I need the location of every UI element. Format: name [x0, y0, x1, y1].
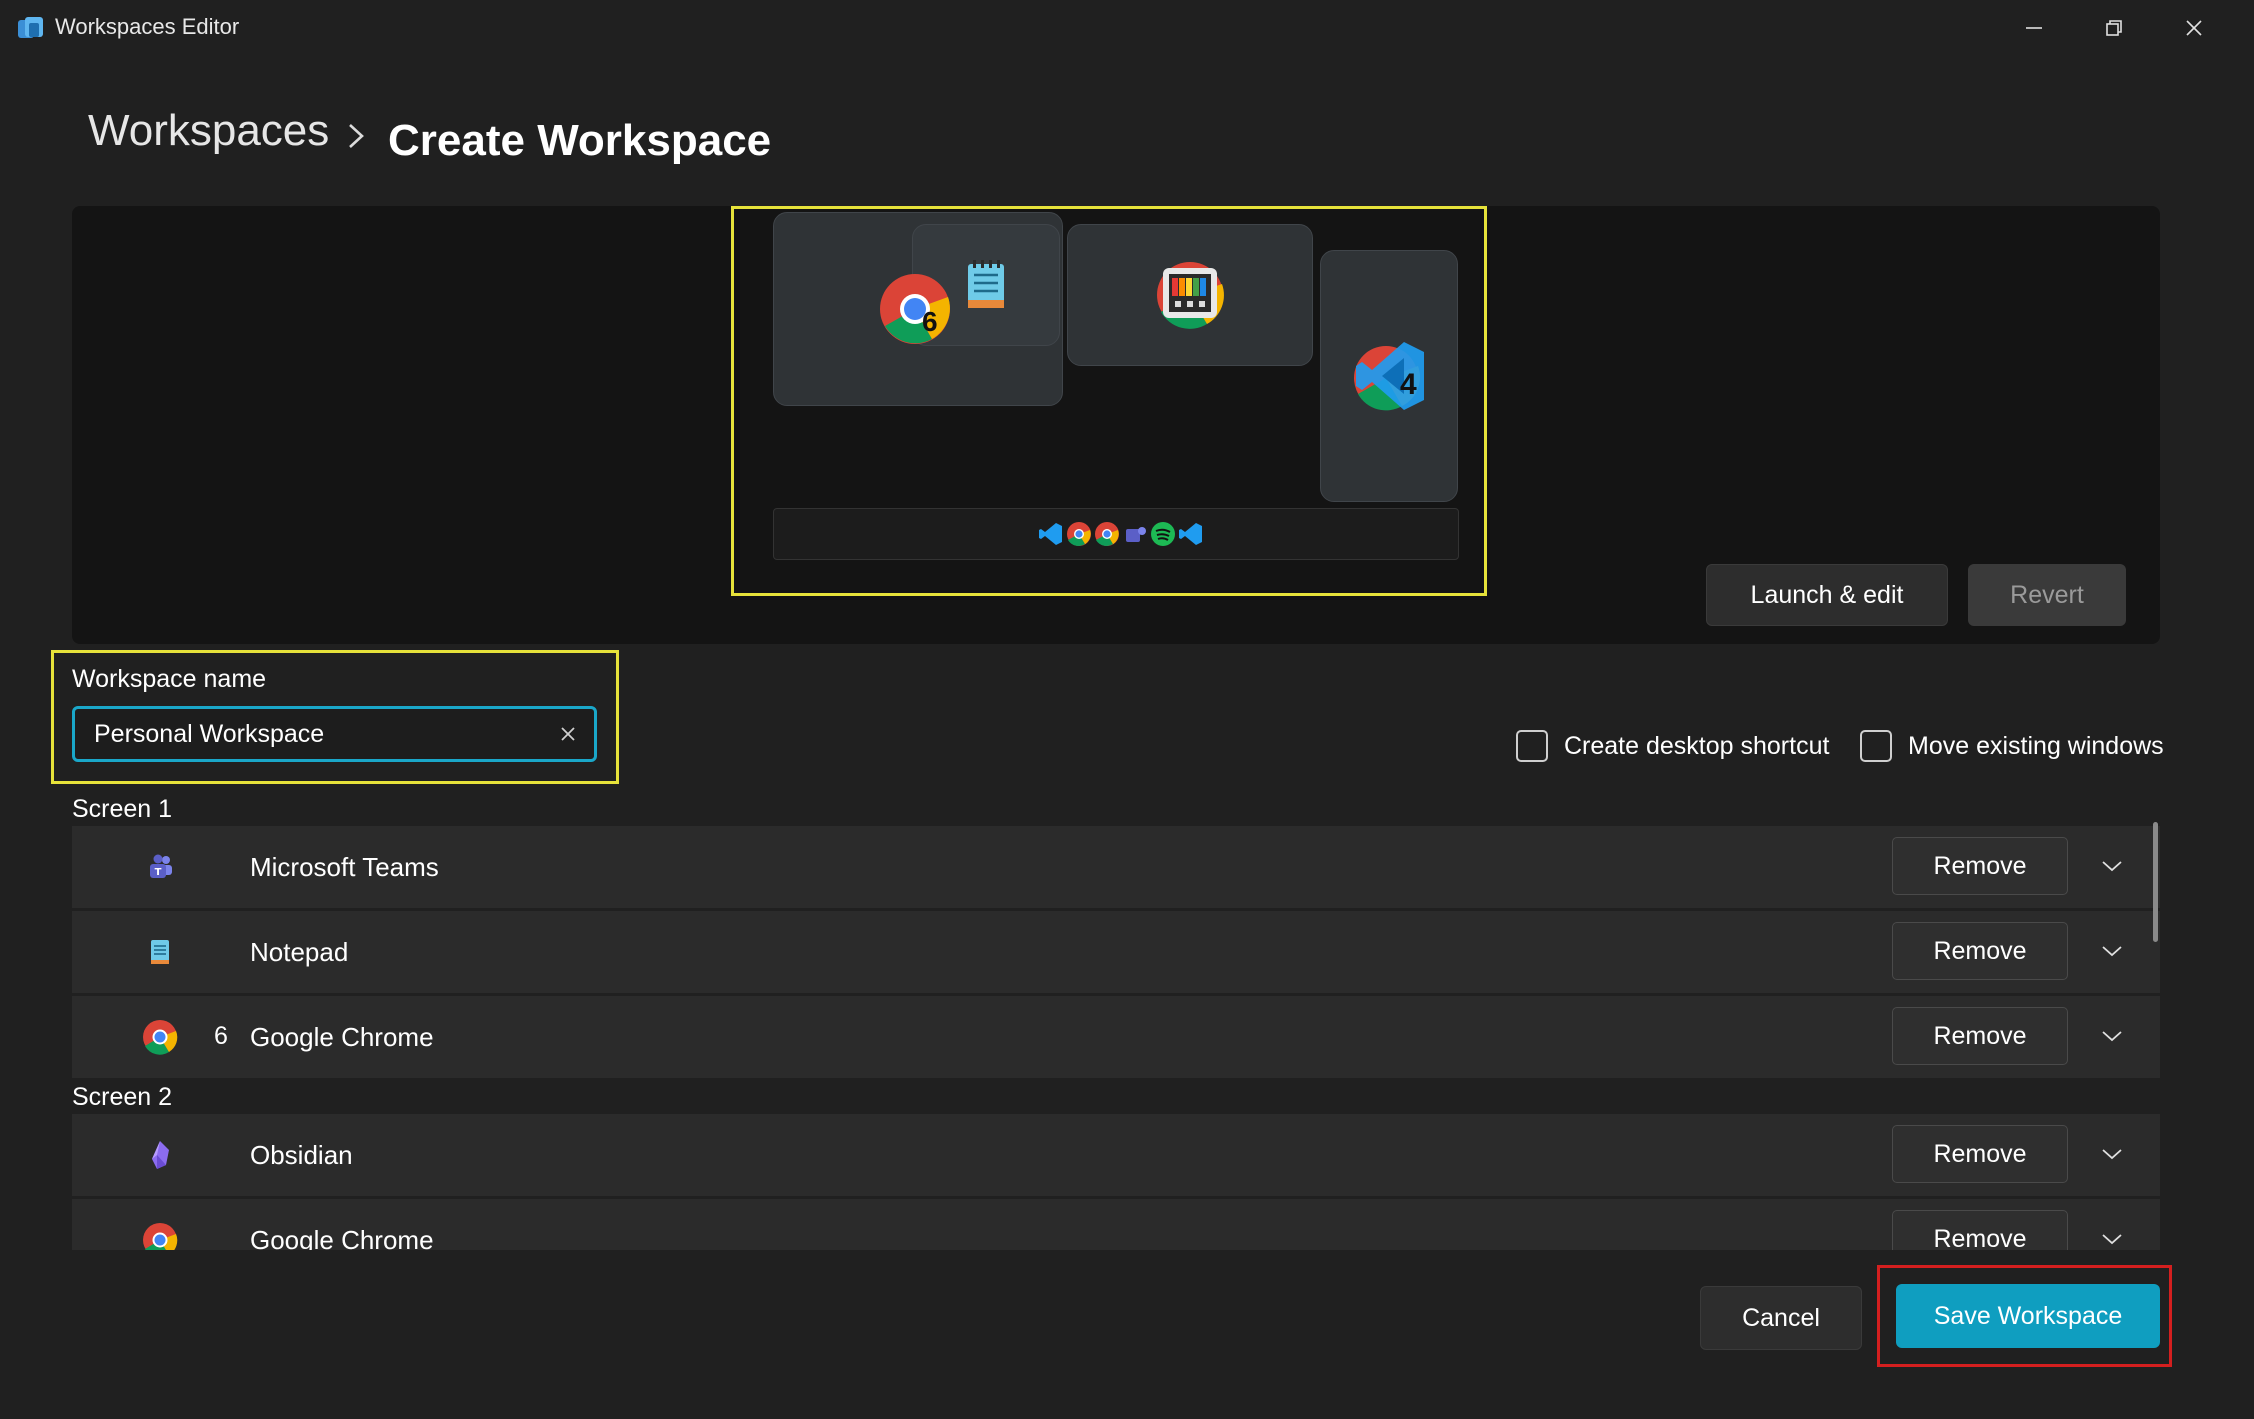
launch-edit-button[interactable]: Launch & edit: [1706, 564, 1948, 626]
revert-button[interactable]: Revert: [1968, 564, 2126, 626]
app-name: Google Chrome: [250, 1225, 434, 1250]
minimize-button[interactable]: [1994, 0, 2074, 56]
workspaces-app-icon: [18, 17, 43, 38]
list-item: Google Chrome Remove: [72, 1199, 2160, 1250]
app-name: Microsoft Teams: [250, 852, 439, 882]
move-windows-label: Move existing windows: [1908, 731, 2164, 760]
remove-button[interactable]: Remove: [1892, 922, 2068, 980]
svg-text:T: T: [155, 867, 162, 878]
list-scrollbar[interactable]: [2153, 822, 2158, 942]
chevron-down-icon: [2102, 861, 2122, 872]
restore-button[interactable]: [2074, 0, 2154, 56]
workspace-name-label: Workspace name: [72, 665, 267, 693]
app-list: T Microsoft Teams Remove Notepad Remove …: [72, 826, 2160, 1250]
preview-highlight-frame: [731, 206, 1487, 596]
screen-1-label: Screen 1: [72, 795, 173, 823]
remove-button[interactable]: Remove: [1892, 1125, 2068, 1183]
teams-icon: T: [150, 854, 172, 878]
notepad-icon: [151, 940, 169, 964]
expand-button[interactable]: [2094, 1018, 2130, 1054]
page-title: Create Workspace: [388, 116, 772, 165]
chrome-icon: [143, 1223, 178, 1250]
window-title: Workspaces Editor: [55, 14, 240, 39]
save-workspace-button[interactable]: Save Workspace: [1896, 1284, 2160, 1348]
create-shortcut-checkbox[interactable]: Create desktop shortcut: [1516, 730, 1829, 762]
clear-input-button[interactable]: [552, 718, 584, 750]
app-name: Obsidian: [250, 1140, 353, 1170]
breadcrumb-workspaces[interactable]: Workspaces: [88, 106, 329, 156]
move-windows-checkbox[interactable]: Move existing windows: [1860, 730, 2164, 762]
expand-button[interactable]: [2094, 1221, 2130, 1250]
remove-button[interactable]: Remove: [1892, 1210, 2068, 1250]
expand-button[interactable]: [2094, 1136, 2130, 1172]
title-bar: [0, 0, 2254, 56]
chevron-down-icon: [2102, 946, 2122, 957]
chevron-down-icon: [2102, 1149, 2122, 1160]
list-item: 6 Google Chrome Remove: [72, 996, 2160, 1078]
create-shortcut-label: Create desktop shortcut: [1564, 731, 1830, 760]
minimize-icon: [2026, 27, 2042, 29]
chevron-down-icon: [2102, 1234, 2122, 1245]
expand-button[interactable]: [2094, 848, 2130, 884]
restore-icon: [2106, 20, 2122, 36]
window-count: 6: [214, 1022, 228, 1050]
checkbox-box[interactable]: [1860, 730, 1892, 762]
list-item: T Microsoft Teams Remove: [72, 826, 2160, 908]
list-item: Obsidian Remove: [72, 1114, 2160, 1196]
expand-button[interactable]: [2094, 933, 2130, 969]
close-button[interactable]: [2154, 0, 2234, 56]
workspace-name-input[interactable]: [72, 706, 597, 762]
list-item: Notepad Remove: [72, 911, 2160, 993]
app-name: Notepad: [250, 937, 349, 967]
cancel-button[interactable]: Cancel: [1700, 1286, 1862, 1350]
chevron-down-icon: [2102, 1031, 2122, 1042]
close-icon: [2186, 20, 2202, 36]
remove-button[interactable]: Remove: [1892, 1007, 2068, 1065]
obsidian-icon: [152, 1141, 169, 1169]
checkbox-box[interactable]: [1516, 730, 1548, 762]
close-icon: [561, 727, 575, 741]
app-name: Google Chrome: [250, 1022, 434, 1052]
remove-button[interactable]: Remove: [1892, 837, 2068, 895]
chevron-right-icon: [349, 124, 364, 148]
chrome-icon: [143, 1020, 178, 1055]
